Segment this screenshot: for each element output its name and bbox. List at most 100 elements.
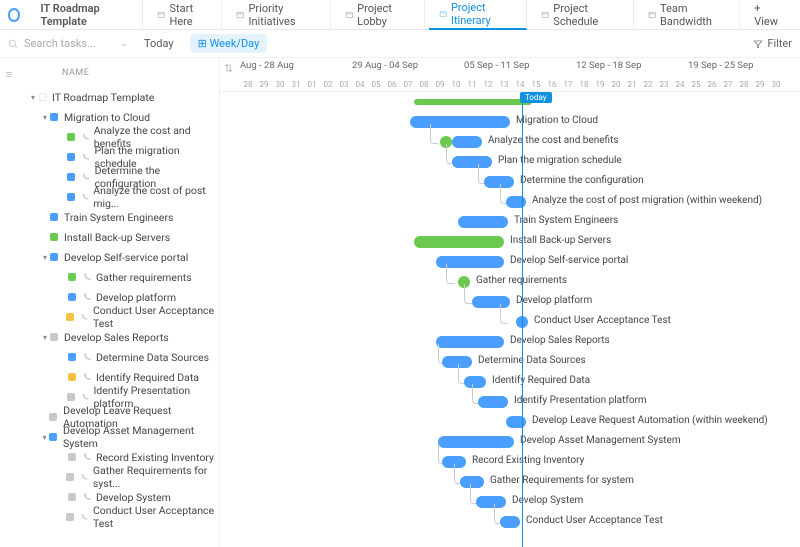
tab-project-itinerary[interactable]: Project Itinerary bbox=[429, 0, 527, 30]
gantt-row[interactable]: Analyze the cost of post migration (with… bbox=[220, 192, 800, 212]
day-label: 28 bbox=[736, 80, 752, 89]
filter-button[interactable]: Filter bbox=[753, 37, 792, 50]
tree-row[interactable]: ▾Develop Asset Management System bbox=[0, 427, 219, 447]
gantt-body[interactable]: Today Migration to CloudAnalyze the cost… bbox=[220, 92, 800, 547]
gantt-row[interactable]: Conduct User Acceptance Test bbox=[220, 512, 800, 532]
tree-row[interactable]: ▾ Develop Sales Reports bbox=[0, 327, 219, 347]
day-label: 04 bbox=[352, 80, 368, 89]
gantt-row[interactable]: Migration to Cloud bbox=[220, 112, 800, 132]
tree-row[interactable]: Conduct User Acceptance Test bbox=[0, 307, 219, 327]
tree-row[interactable]: Determine Data Sources bbox=[0, 347, 219, 367]
day-label: 19 bbox=[592, 80, 608, 89]
gantt-row[interactable]: Determine the configuration bbox=[220, 172, 800, 192]
status-square bbox=[66, 473, 74, 481]
bar-label: Develop Self-service portal bbox=[510, 255, 628, 266]
toggle-icon[interactable]: ▾ bbox=[40, 253, 50, 262]
gantt-row[interactable]: Develop platform bbox=[220, 292, 800, 312]
gantt-bar[interactable] bbox=[458, 216, 508, 228]
collapse-all-icon[interactable]: ≡ bbox=[0, 62, 18, 87]
tree-row[interactable]: ▾Develop Self-service portal bbox=[0, 247, 219, 267]
day-label: 23 bbox=[656, 80, 672, 89]
gantt-bar[interactable] bbox=[452, 136, 482, 148]
status-square bbox=[67, 193, 75, 201]
phone-icon bbox=[82, 372, 92, 382]
gantt-row[interactable]: Identify Required Data bbox=[220, 372, 800, 392]
tree-row[interactable]: Train System Engineers bbox=[0, 207, 219, 227]
gantt-row[interactable]: Install Back-up Servers bbox=[220, 232, 800, 252]
gantt-row[interactable]: Develop Sales Reports bbox=[220, 332, 800, 352]
tab-team-bandwidth[interactable]: Team Bandwidth bbox=[638, 0, 741, 30]
gantt-row[interactable]: Develop System bbox=[220, 492, 800, 512]
gantt-bar[interactable] bbox=[436, 336, 504, 348]
gantt-bar[interactable] bbox=[442, 356, 472, 368]
gantt-row[interactable]: Develop Self-service portal bbox=[220, 252, 800, 272]
tree-row[interactable]: ▾IT Roadmap Template bbox=[0, 87, 219, 107]
tree-row[interactable]: Conduct User Acceptance Test bbox=[0, 507, 219, 527]
status-square bbox=[49, 413, 57, 421]
today-button[interactable]: Today bbox=[136, 34, 182, 53]
connector bbox=[446, 264, 454, 284]
task-name: Train System Engineers bbox=[64, 211, 173, 224]
gantt-row[interactable]: Gather Requirements for system bbox=[220, 472, 800, 492]
week-label: Aug - 28 Aug bbox=[240, 60, 294, 71]
gantt-bar[interactable] bbox=[410, 116, 510, 128]
tab-priority-initiatives[interactable]: Priority Initiatives bbox=[226, 0, 331, 30]
task-name: Develop Sales Reports bbox=[64, 331, 169, 344]
gantt-row[interactable]: Develop Leave Request Automation (within… bbox=[220, 412, 800, 432]
gantt-bar[interactable] bbox=[500, 516, 520, 528]
tab-title[interactable]: IT Roadmap Template bbox=[30, 0, 143, 30]
bar-label: Develop Asset Management System bbox=[520, 435, 681, 446]
bar-label: Conduct User Acceptance Test bbox=[534, 315, 671, 326]
phone-icon bbox=[82, 452, 92, 462]
tree-row[interactable]: Install Back-up Servers bbox=[0, 227, 219, 247]
status-square bbox=[67, 173, 75, 181]
gantt-bar[interactable] bbox=[506, 196, 526, 208]
gantt-row[interactable]: Gather requirements bbox=[220, 272, 800, 292]
tree-row[interactable]: Analyze the cost of post mig... bbox=[0, 187, 219, 207]
status-square bbox=[68, 293, 76, 301]
tab-start-here[interactable]: Start Here bbox=[147, 0, 222, 30]
gantt-chart[interactable]: ⇅ Aug - 28 Aug29 Aug - 04 Sep05 Sep - 11… bbox=[220, 58, 800, 547]
day-label: 02 bbox=[320, 80, 336, 89]
toggle-icon[interactable]: ▾ bbox=[40, 113, 50, 122]
weekday-toggle[interactable]: ⊞ Week/Day bbox=[190, 34, 268, 53]
toggle-icon[interactable]: ▾ bbox=[40, 333, 50, 342]
gantt-bar[interactable] bbox=[438, 436, 514, 448]
gantt-bar[interactable] bbox=[478, 396, 508, 408]
bar-label: Determine Data Sources bbox=[478, 355, 586, 366]
task-name: Identify Required Data bbox=[96, 371, 199, 384]
phone-icon bbox=[82, 352, 92, 362]
gantt-row[interactable]: Plan the migration schedule bbox=[220, 152, 800, 172]
status-square bbox=[67, 393, 75, 401]
sort-icon[interactable]: ⇅ bbox=[224, 62, 233, 75]
gantt-row[interactable]: Determine Data Sources bbox=[220, 352, 800, 372]
today-line bbox=[522, 92, 523, 547]
status-square bbox=[66, 513, 74, 521]
toggle-icon[interactable]: ▾ bbox=[28, 93, 38, 102]
week-label: 19 Sep - 25 Sep bbox=[688, 60, 753, 71]
tree-row[interactable]: Gather Requirements for syst... bbox=[0, 467, 219, 487]
gantt-row[interactable]: Record Existing Inventory bbox=[220, 452, 800, 472]
status-square bbox=[68, 453, 76, 461]
toggle-icon[interactable]: ▾ bbox=[40, 433, 49, 442]
gantt-bar[interactable] bbox=[506, 416, 526, 428]
gantt-bar[interactable] bbox=[452, 156, 492, 168]
tab-project-lobby[interactable]: Project Lobby bbox=[335, 0, 425, 30]
gantt-bar[interactable] bbox=[484, 176, 514, 188]
add-view-button[interactable]: + View bbox=[744, 0, 792, 30]
phone-icon bbox=[81, 172, 90, 182]
status-square bbox=[49, 433, 57, 441]
gantt-row[interactable]: Develop Asset Management System bbox=[220, 432, 800, 452]
gantt-row[interactable]: Train System Engineers bbox=[220, 212, 800, 232]
tab-project-schedule[interactable]: Project Schedule bbox=[531, 0, 634, 30]
day-label: 03 bbox=[336, 80, 352, 89]
gantt-row[interactable]: Conduct User Acceptance Test bbox=[220, 312, 800, 332]
bar-label: Identify Required Data bbox=[492, 375, 590, 386]
gantt-bar[interactable] bbox=[414, 236, 504, 248]
gantt-row[interactable]: Identify Presentation platform bbox=[220, 392, 800, 412]
search-input[interactable]: Search tasks... ⌄ bbox=[8, 37, 128, 50]
gantt-row[interactable]: Analyze the cost and benefits bbox=[220, 132, 800, 152]
name-column-header: NAME bbox=[18, 62, 89, 87]
tree-row[interactable]: Gather requirements bbox=[0, 267, 219, 287]
week-label: 05 Sep - 11 Sep bbox=[464, 60, 529, 71]
